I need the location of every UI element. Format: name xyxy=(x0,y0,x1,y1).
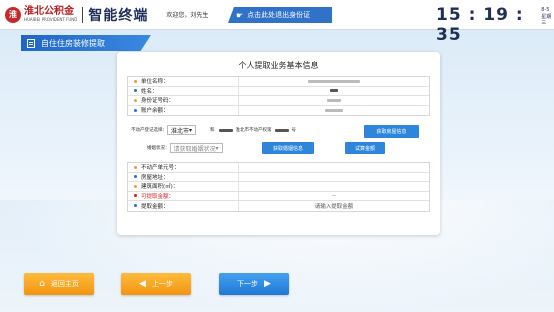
logo-name: 淮北公积金 xyxy=(24,6,74,17)
table-row: 姓名： xyxy=(128,86,429,96)
prev-button[interactable]: ◀ 上一步 xyxy=(121,273,191,295)
table-row: 提取金额： 请输入提取金额 xyxy=(128,201,429,211)
clock-time: 15 : 19 : 35 xyxy=(436,5,524,45)
basic-info-table: 单位名称： 姓名： 身份证号码： 账户余额： xyxy=(127,76,430,116)
bullet-icon xyxy=(134,108,137,112)
home-icon: ⌂ xyxy=(39,279,45,289)
bullet-icon xyxy=(134,98,137,102)
logo-mark-icon: 淮 xyxy=(5,6,21,23)
house-address-value xyxy=(238,172,429,181)
logo: 淮 淮北公积金 HUAIBEI PROVIDENT FUND xyxy=(5,6,78,23)
table-row: 建筑面积(㎡)： xyxy=(128,182,429,192)
property-select-label: 不动产登记选择： xyxy=(131,128,167,133)
table-row: 身份证号码： xyxy=(128,96,429,106)
balance-value xyxy=(238,105,429,115)
app-title: 智能终端 xyxy=(88,7,149,24)
section-title: 自住住房装修提取 xyxy=(21,35,151,51)
document-icon xyxy=(27,38,35,48)
marital-status-select[interactable]: 请获取婚姻状况 ▾ xyxy=(169,143,223,153)
bullet-icon xyxy=(134,184,137,188)
bullet-icon xyxy=(134,175,137,179)
name-value xyxy=(238,86,429,95)
building-area-value xyxy=(238,182,429,191)
get-marriage-info-button[interactable]: 获取婚姻信息 xyxy=(262,142,314,154)
hand-pointer-icon: ☛ xyxy=(236,10,244,20)
marital-label: 婚姻状况： xyxy=(147,146,170,151)
bullet-icon xyxy=(134,89,137,93)
exit-id-card-label: 点击此处退出身份证 xyxy=(247,11,311,19)
clock-weekday: 星期三 xyxy=(541,13,552,27)
get-property-info-button[interactable]: 获取房屋信息 xyxy=(364,125,419,138)
bullet-icon xyxy=(134,204,137,208)
withdraw-amount-input[interactable]: 请输入提取金额 xyxy=(238,201,429,211)
bullet-icon xyxy=(134,79,137,83)
id-number-value xyxy=(238,96,429,105)
section-title-text: 自住住房装修提取 xyxy=(41,38,105,48)
table-row: 单位名称： xyxy=(128,77,429,87)
logo-english: HUAIBEI PROVIDENT FUND xyxy=(24,17,78,22)
bullet-icon xyxy=(134,165,137,169)
arrow-right-icon: ▶ xyxy=(264,279,271,289)
logo-divider xyxy=(82,6,84,23)
withdrawal-table: 不动产单元号： 房屋地址： 建筑面积(㎡)： 可提取金额： -- 提取金额： 请… xyxy=(127,162,430,212)
unit-number-value xyxy=(238,163,429,172)
arrow-left-icon: ◀ xyxy=(139,279,146,289)
exit-id-card-button[interactable]: ☛ 点击此处退出身份证 xyxy=(228,7,332,23)
bullet-icon xyxy=(134,194,137,198)
clock: 15 : 19 : 35 8-5 星期三 xyxy=(436,5,554,45)
info-panel: 个人提取业务基本信息 单位名称： 姓名： 身份证号码： 账户余额： 不动产登记选… xyxy=(117,52,440,235)
table-row: 可提取金额： -- xyxy=(128,191,429,201)
calc-amount-button[interactable]: 试算金额 xyxy=(345,142,385,154)
panel-title: 个人提取业务基本信息 xyxy=(238,61,319,70)
welcome-text: 欢迎您，刘先生 xyxy=(166,12,209,19)
withdrawable-amount-value: -- xyxy=(238,191,429,200)
home-button[interactable]: ⌂ 返回主页 xyxy=(24,273,94,295)
table-row: 房屋地址： xyxy=(128,172,429,182)
city-select[interactable]: 淮北市 ▾ xyxy=(167,125,197,135)
table-row: 账户余额： xyxy=(128,105,429,115)
property-number-input[interactable] xyxy=(274,128,289,132)
table-row: 不动产单元号： xyxy=(128,163,429,173)
unit-name-value xyxy=(238,77,429,86)
property-marriage-section: 不动产登记选择： 淮北市 ▾ 和 淮北市不动产权第 号 获取房屋信息 婚姻状况：… xyxy=(127,125,430,155)
next-button[interactable]: 下一步 ▶ xyxy=(219,273,289,295)
